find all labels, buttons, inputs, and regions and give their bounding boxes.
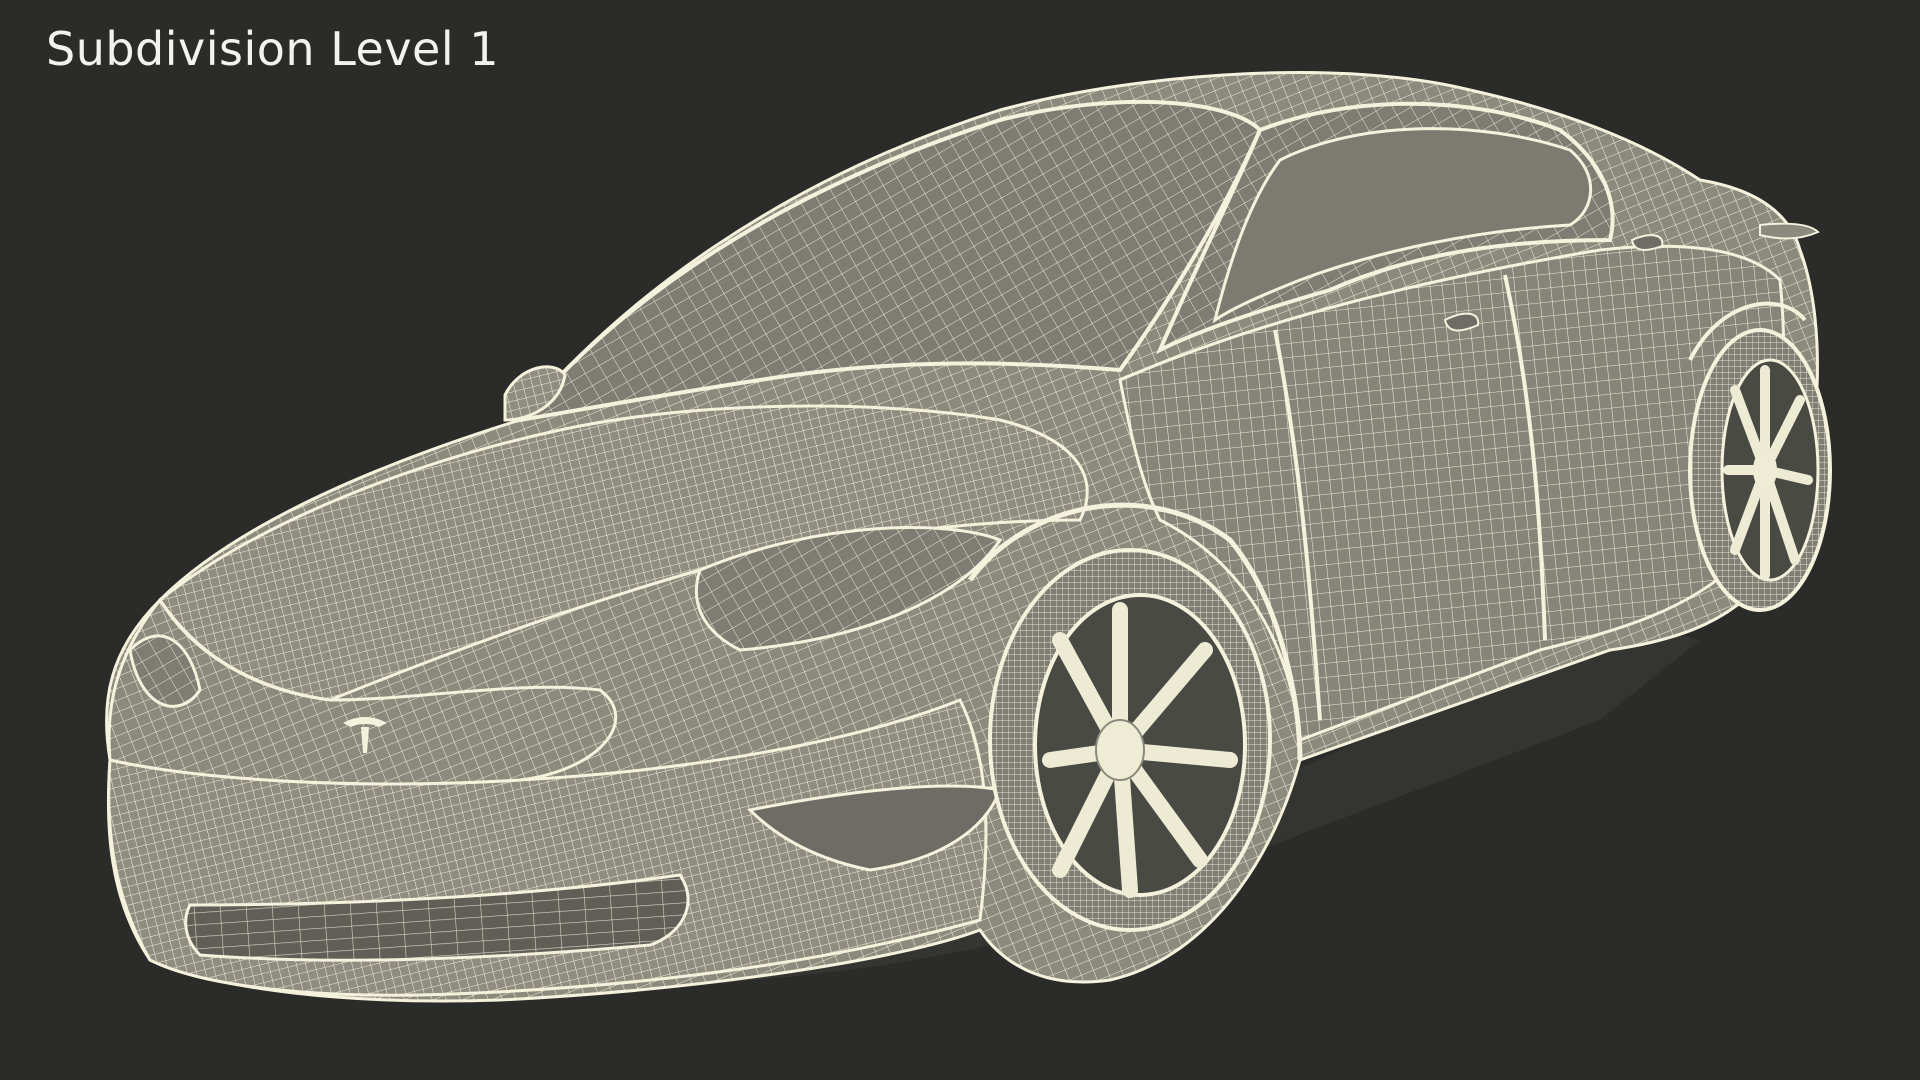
rear-spoiler — [1759, 222, 1820, 240]
caption-label: Subdivision Level 1 — [46, 22, 500, 76]
rear-wheel — [1688, 328, 1832, 612]
car-wireframe-render — [105, 71, 1832, 1003]
front-wheel — [988, 548, 1272, 932]
viewport: Subdivision Level 1 — [0, 0, 1920, 1080]
door-handle-rear — [1630, 234, 1664, 251]
